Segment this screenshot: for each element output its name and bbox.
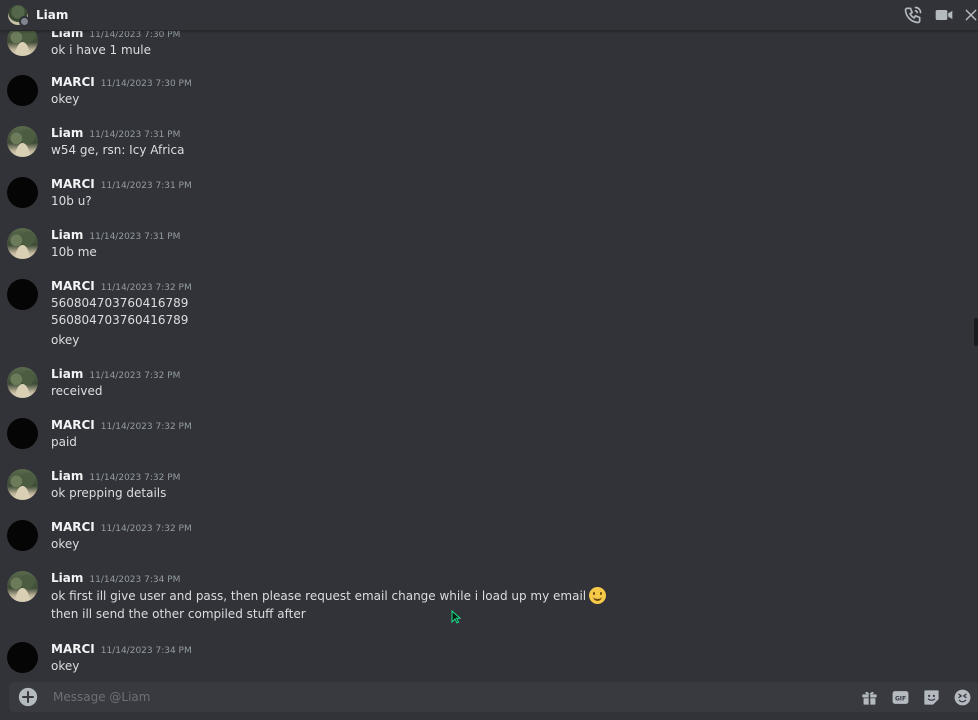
message-item: MARCI 11/14/2023 7:34 PM okey	[0, 638, 960, 681]
message-text: okey	[51, 333, 80, 347]
header-title[interactable]: Liam	[36, 8, 68, 22]
message-header: MARCI 11/14/2023 7:32 PM	[51, 418, 192, 432]
message-composer: GIF	[9, 682, 978, 712]
svg-text:GIF: GIF	[894, 695, 905, 702]
message-timestamp: 11/14/2023 7:31 PM	[100, 181, 192, 191]
header-toolbar	[902, 0, 978, 30]
dm-header: Liam	[0, 0, 978, 31]
message-author[interactable]: Liam	[51, 31, 83, 40]
message-item: MARCI 11/14/2023 7:32 PM okey	[0, 516, 960, 562]
message-text: 10b u?	[51, 194, 92, 208]
message-item: Liam 11/14/2023 7:34 PM ok first ill giv…	[0, 567, 960, 633]
message-text: paid	[51, 435, 77, 449]
message-timestamp: 11/14/2023 7:32 PM	[89, 473, 181, 483]
message-header: MARCI 11/14/2023 7:32 PM	[51, 279, 192, 293]
message-item: Liam 11/14/2023 7:32 PM received	[0, 363, 960, 409]
message-timestamp: 11/14/2023 7:32 PM	[100, 524, 192, 534]
message-text: 560804703760416789	[51, 296, 189, 310]
message-author[interactable]: MARCI	[51, 418, 95, 432]
message-text: ok prepping details	[51, 486, 167, 500]
avatar[interactable]	[7, 520, 38, 551]
message-author[interactable]: MARCI	[51, 520, 95, 534]
message-author[interactable]: MARCI	[51, 75, 95, 89]
message-item: MARCI 11/14/2023 7:32 PM 560804703760416…	[0, 275, 960, 359]
message-header: MARCI 11/14/2023 7:31 PM	[51, 177, 192, 191]
message-item: Liam 11/14/2023 7:31 PM 10b me	[0, 224, 960, 270]
avatar[interactable]	[7, 418, 38, 449]
message-timestamp: 11/14/2023 7:31 PM	[89, 130, 181, 140]
message-text: okey	[51, 92, 80, 106]
message-text: 10b me	[51, 245, 97, 259]
message-item: MARCI 11/14/2023 7:30 PM okey	[0, 71, 960, 117]
phone-call-icon[interactable]	[902, 4, 924, 26]
avatar[interactable]	[7, 571, 38, 602]
message-author[interactable]: MARCI	[51, 642, 95, 656]
message-header: MARCI 11/14/2023 7:34 PM	[51, 642, 192, 656]
message-text: okey	[51, 537, 80, 551]
message-text: ok first ill give user and pass, then pl…	[51, 587, 607, 604]
message-text: then ill send the other compiled stuff a…	[51, 607, 306, 621]
message-timestamp: 11/14/2023 7:32 PM	[100, 283, 192, 293]
message-text: okey	[51, 659, 80, 673]
avatar[interactable]	[7, 177, 38, 208]
message-author[interactable]: MARCI	[51, 177, 95, 191]
avatar[interactable]	[7, 367, 38, 398]
message-timestamp: 11/14/2023 7:31 PM	[89, 232, 181, 242]
message-author[interactable]: Liam	[51, 126, 83, 140]
message-text: w54 ge, rsn: Icy Africa	[51, 143, 185, 157]
message-header: Liam 11/14/2023 7:30 PM	[51, 31, 180, 40]
emoji-picker-icon[interactable]	[952, 687, 972, 707]
message-author[interactable]: Liam	[51, 367, 83, 381]
message-list[interactable]: Liam 11/14/2023 7:30 PM ok i have 1 mule…	[0, 31, 970, 681]
message-item: MARCI 11/14/2023 7:31 PM 10b u?	[0, 173, 960, 219]
message-timestamp: 11/14/2023 7:30 PM	[89, 31, 181, 40]
composer-toolbar: GIF	[848, 682, 972, 712]
avatar[interactable]	[7, 469, 38, 500]
avatar[interactable]	[7, 228, 38, 259]
slightly-smiling-face-emoji	[589, 587, 607, 604]
message-header: Liam 11/14/2023 7:31 PM	[51, 228, 180, 242]
header-avatar[interactable]	[8, 5, 30, 27]
message-author[interactable]: Liam	[51, 228, 83, 242]
message-item: Liam 11/14/2023 7:31 PM w54 ge, rsn: Icy…	[0, 122, 960, 168]
message-timestamp: 11/14/2023 7:32 PM	[89, 371, 181, 381]
message-header: Liam 11/14/2023 7:34 PM	[51, 571, 180, 585]
message-text: received	[51, 384, 103, 398]
message-text: 560804703760416789	[51, 313, 189, 327]
video-camera-icon[interactable]	[933, 4, 955, 26]
status-indicator	[19, 16, 30, 27]
close-icon[interactable]	[964, 4, 978, 26]
message-text: ok i have 1 mule	[51, 43, 151, 57]
message-author[interactable]: MARCI	[51, 279, 95, 293]
message-input[interactable]	[51, 689, 815, 705]
avatar[interactable]	[7, 75, 38, 106]
message-header: Liam 11/14/2023 7:32 PM	[51, 469, 180, 483]
message-header: MARCI 11/14/2023 7:30 PM	[51, 75, 192, 89]
avatar[interactable]	[7, 279, 38, 310]
gif-icon[interactable]: GIF	[890, 687, 910, 707]
message-header: MARCI 11/14/2023 7:32 PM	[51, 520, 192, 534]
message-header: Liam 11/14/2023 7:31 PM	[51, 126, 180, 140]
message-text-content: ok first ill give user and pass, then pl…	[51, 589, 587, 603]
message-author[interactable]: Liam	[51, 571, 83, 585]
message-item: Liam 11/14/2023 7:30 PM ok i have 1 mule	[0, 31, 960, 59]
mouse-cursor-icon	[451, 610, 461, 624]
scrollbar-thumb[interactable]	[974, 318, 978, 346]
gift-icon[interactable]	[859, 687, 879, 707]
message-timestamp: 11/14/2023 7:34 PM	[89, 575, 181, 585]
message-header: Liam 11/14/2023 7:32 PM	[51, 367, 180, 381]
add-attachment-icon[interactable]	[18, 687, 38, 707]
sticker-icon[interactable]	[921, 687, 941, 707]
message-timestamp: 11/14/2023 7:32 PM	[100, 422, 192, 432]
avatar[interactable]	[7, 126, 38, 157]
message-item: Liam 11/14/2023 7:32 PM ok prepping deta…	[0, 465, 960, 511]
message-timestamp: 11/14/2023 7:34 PM	[100, 646, 192, 656]
avatar[interactable]	[7, 642, 38, 673]
avatar[interactable]	[7, 31, 38, 56]
message-author[interactable]: Liam	[51, 469, 83, 483]
message-item: MARCI 11/14/2023 7:32 PM paid	[0, 414, 960, 460]
message-timestamp: 11/14/2023 7:30 PM	[100, 79, 192, 89]
